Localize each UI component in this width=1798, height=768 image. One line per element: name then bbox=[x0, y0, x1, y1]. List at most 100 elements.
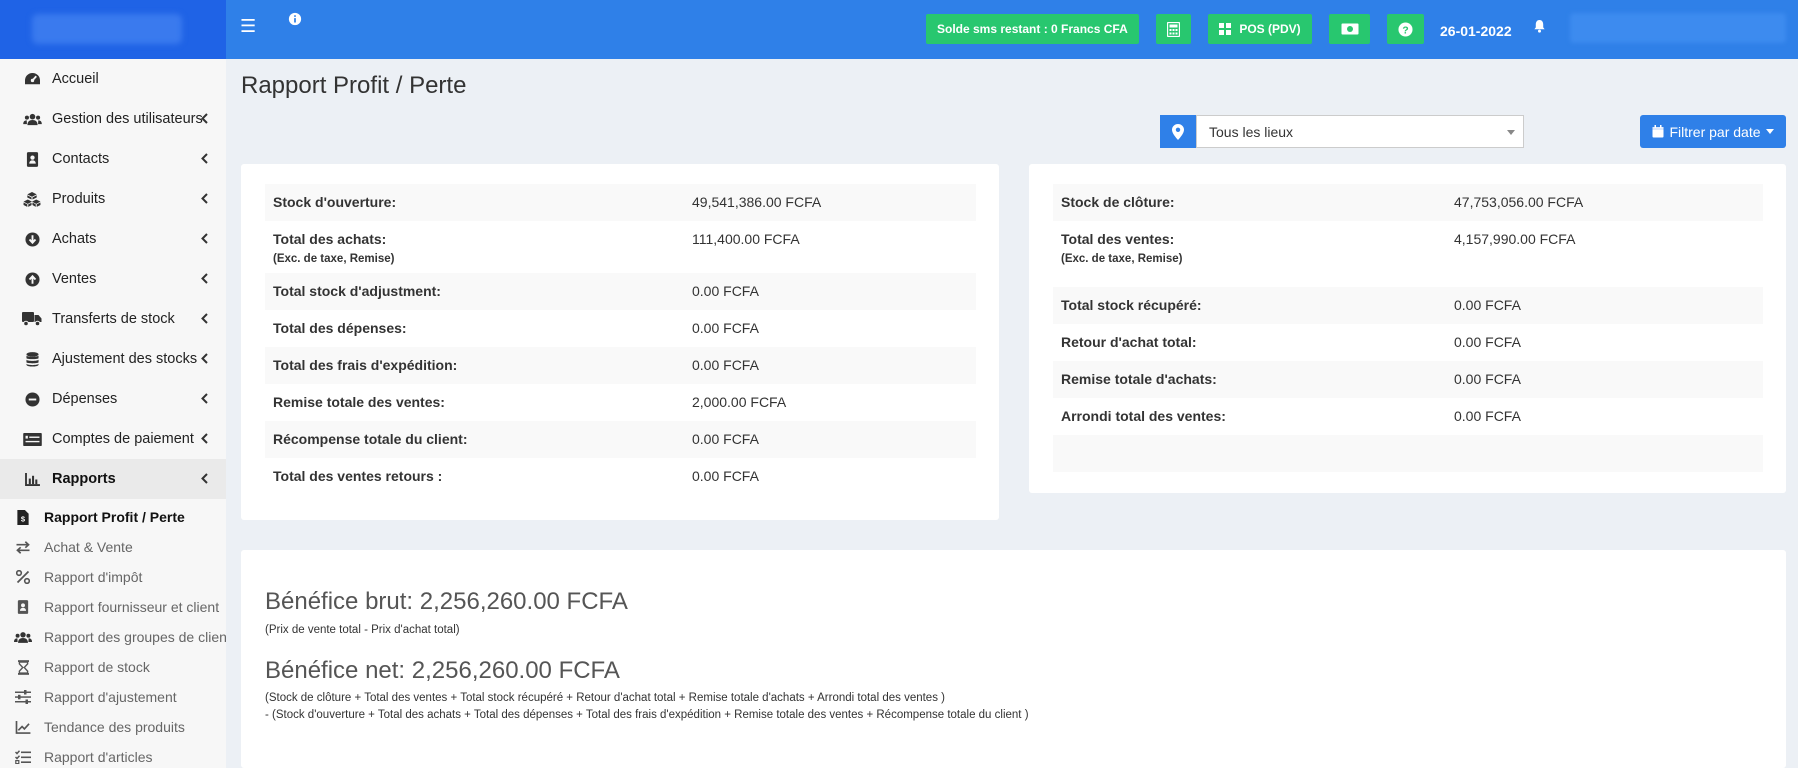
submenu-item-1[interactable]: Achat & Vente bbox=[0, 532, 226, 562]
stats-row: Stock d'ouverture: 49,541,386.00 FCFA bbox=[265, 184, 976, 221]
location-filter: Tous les lieux bbox=[1160, 115, 1524, 148]
submenu-item-8[interactable]: Rapport d'articles bbox=[0, 742, 226, 768]
th-large-icon bbox=[1219, 23, 1232, 35]
sidebar-item-10[interactable]: Rapports bbox=[0, 459, 226, 499]
calculator-button[interactable] bbox=[1156, 14, 1191, 44]
sms-balance-button[interactable]: Solde sms restant : 0 Francs CFA bbox=[926, 14, 1139, 44]
stats-value: 0.00 FCFA bbox=[692, 357, 759, 373]
help-button[interactable]: ? bbox=[1387, 14, 1424, 44]
stats-label: Arrondi total des ventes: bbox=[1061, 408, 1226, 424]
sidebar-item-2[interactable]: Contacts bbox=[0, 139, 226, 179]
users-icon bbox=[14, 629, 32, 645]
closing-stats-table: Stock de clôture: 47,753,056.00 FCFA Total… bbox=[1053, 184, 1763, 472]
location-select[interactable]: Tous les lieux bbox=[1196, 115, 1524, 148]
chevron-left-icon bbox=[201, 272, 208, 288]
sidebar-item-0[interactable]: Accueil bbox=[0, 59, 226, 99]
submenu-item-5[interactable]: Rapport de stock bbox=[0, 652, 226, 682]
stats-value: 0.00 FCFA bbox=[692, 468, 759, 484]
sidebar-item-5[interactable]: Ventes bbox=[0, 259, 226, 299]
submenu-item-label: Rapport d'ajustement bbox=[44, 689, 177, 705]
stats-row: Total des ventes: (Exc. de taxe, Remise) 4… bbox=[1053, 221, 1763, 287]
sidebar-item-label: Transferts de stock bbox=[52, 311, 175, 327]
stats-label: Récompense totale du client: bbox=[273, 431, 468, 447]
sidebar-item-6[interactable]: Transferts de stock bbox=[0, 299, 226, 339]
top-navbar: ☰ Solde sms restant : 0 Francs CFA POS (… bbox=[226, 0, 1798, 59]
arrow-circle-down-icon bbox=[22, 230, 42, 248]
filter-by-date-button[interactable]: Filtrer par date bbox=[1640, 115, 1786, 148]
stats-value: 0.00 FCFA bbox=[1454, 297, 1521, 313]
submenu-item-label: Rapport des groupes de client bbox=[44, 629, 226, 645]
calculator-icon bbox=[1167, 21, 1180, 37]
submenu-item-label: Tendance des produits bbox=[44, 719, 185, 735]
chevron-down-icon bbox=[1507, 130, 1515, 135]
stats-row: Remise totale d'achats: 0.00 FCFA bbox=[1053, 361, 1763, 398]
stats-value: 0.00 FCFA bbox=[1454, 408, 1521, 424]
stats-value: 47,753,056.00 FCFA bbox=[1454, 194, 1584, 210]
stats-label: Stock de clôture: bbox=[1061, 194, 1175, 210]
stats-value: 0.00 FCFA bbox=[692, 283, 759, 299]
sidebar-item-label: Dépenses bbox=[52, 391, 118, 407]
sidebar-item-1[interactable]: Gestion des utilisateurs bbox=[0, 99, 226, 139]
pos-button[interactable]: POS (PDV) bbox=[1208, 14, 1312, 44]
info-icon[interactable] bbox=[288, 12, 302, 31]
user-menu[interactable] bbox=[1570, 13, 1786, 43]
money-bill-icon bbox=[1341, 23, 1358, 35]
stats-value: 0.00 FCFA bbox=[692, 320, 759, 336]
sidebar-item-label: Achats bbox=[52, 231, 97, 247]
page-title: Rapport Profit / Perte bbox=[241, 72, 467, 99]
svg-text:?: ? bbox=[1402, 25, 1408, 36]
closing-stats-card: Stock de clôture: 47,753,056.00 FCFA Total… bbox=[1029, 164, 1786, 493]
stats-row: Total stock récupéré: 0.00 FCFA bbox=[1053, 287, 1763, 324]
sidebar-item-4[interactable]: Achats bbox=[0, 219, 226, 259]
submenu-item-4[interactable]: Rapport des groupes de client bbox=[0, 622, 226, 652]
submenu-item-7[interactable]: Tendance des produits bbox=[0, 712, 226, 742]
hamburger-menu-icon[interactable]: ☰ bbox=[240, 16, 256, 37]
bell-icon[interactable] bbox=[1533, 19, 1546, 38]
submenu-item-6[interactable]: Rapport d'ajustement bbox=[0, 682, 226, 712]
stats-value: 0.00 FCFA bbox=[692, 431, 759, 447]
submenu-item-label: Rapport fournisseur et client bbox=[44, 599, 220, 615]
stats-row bbox=[1053, 435, 1763, 472]
percent-icon bbox=[14, 569, 32, 585]
stats-value: 0.00 FCFA bbox=[1454, 371, 1521, 387]
address-book-icon bbox=[22, 150, 42, 168]
tasks-icon bbox=[14, 749, 32, 765]
stats-label: Total des frais d'expédition: bbox=[273, 357, 458, 373]
submenu-item-2[interactable]: Rapport d'impôt bbox=[0, 562, 226, 592]
stats-row: Total stock d'adjustment: 0.00 FCFA bbox=[265, 273, 976, 310]
chevron-left-icon bbox=[201, 472, 208, 488]
users-icon bbox=[22, 110, 42, 128]
filter-by-date-label: Filtrer par date bbox=[1669, 123, 1761, 140]
stats-row: Remise totale des ventes: 2,000.00 FCFA bbox=[265, 384, 976, 421]
cubes-icon bbox=[22, 190, 42, 208]
sliders-icon bbox=[14, 689, 32, 705]
stats-label: Total des dépenses: bbox=[273, 320, 407, 336]
stats-label: Total des achats: (Exc. de taxe, Remise) bbox=[265, 221, 684, 273]
net-profit-formula-line2: - (Stock d'ouverture + Total des achats … bbox=[265, 709, 1029, 721]
stats-row: Total des ventes retours : 0.00 FCFA bbox=[265, 458, 976, 495]
location-selected-value: Tous les lieux bbox=[1209, 124, 1294, 140]
net-profit-formula-line1: (Stock de clôture + Total des ventes + T… bbox=[265, 692, 945, 704]
sidebar-item-8[interactable]: Dépenses bbox=[0, 379, 226, 419]
sidebar-item-7[interactable]: Ajustement des stocks bbox=[0, 339, 226, 379]
sidebar-item-label: Ajustement des stocks bbox=[52, 351, 198, 367]
truck-icon bbox=[22, 310, 42, 328]
submenu-item-0[interactable]: $ Rapport Profit / Perte bbox=[0, 502, 226, 532]
sidebar-item-9[interactable]: Comptes de paiement bbox=[0, 419, 226, 459]
stats-value bbox=[1446, 435, 1462, 472]
stats-label: Retour d'achat total: bbox=[1061, 334, 1197, 350]
stats-value: 0.00 FCFA bbox=[1454, 334, 1521, 350]
chevron-left-icon bbox=[201, 112, 208, 128]
hourglass-icon bbox=[14, 659, 32, 675]
stats-row: Total des frais d'expédition: 0.00 FCFA bbox=[265, 347, 976, 384]
submenu-item-label: Rapport d'articles bbox=[44, 749, 153, 765]
brand-logo[interactable] bbox=[0, 0, 226, 59]
sidebar-item-3[interactable]: Produits bbox=[0, 179, 226, 219]
stats-label: Remise totale des ventes: bbox=[273, 394, 445, 410]
database-icon bbox=[22, 350, 42, 368]
submenu-item-3[interactable]: Rapport fournisseur et client bbox=[0, 592, 226, 622]
pos-label: POS (PDV) bbox=[1239, 22, 1301, 36]
stats-value: 4,157,990.00 FCFA bbox=[1454, 231, 1576, 247]
cash-register-button[interactable] bbox=[1329, 14, 1370, 44]
question-circle-icon: ? bbox=[1398, 21, 1413, 37]
